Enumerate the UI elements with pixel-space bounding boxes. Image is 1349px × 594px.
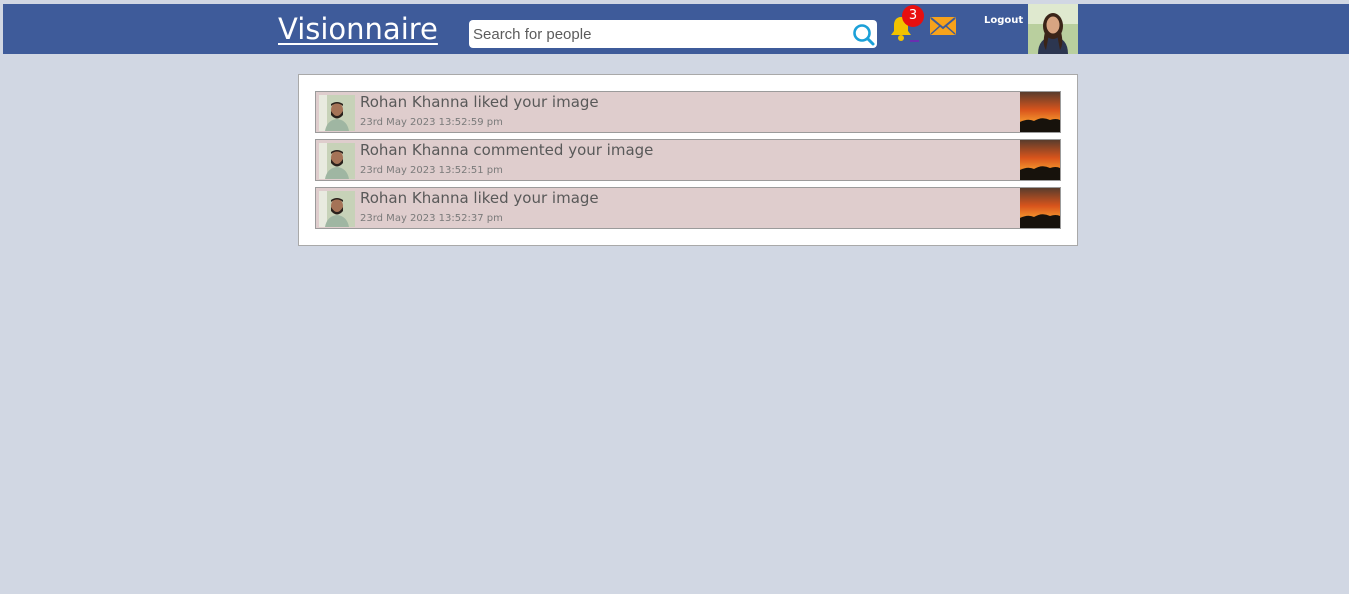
search-icon	[853, 24, 875, 46]
sender-avatar	[319, 143, 355, 179]
notification-text: Rohan Khanna commented your image	[360, 141, 654, 159]
image-thumbnail	[1020, 188, 1060, 228]
notification-time: 23rd May 2023 13:52:51 pm	[360, 165, 503, 176]
notification-item[interactable]: Rohan Khanna liked your image 23rd May 2…	[315, 91, 1061, 133]
search-button[interactable]	[851, 20, 877, 48]
notification-count-badge: 3	[902, 5, 924, 27]
notifications-panel: Rohan Khanna liked your image 23rd May 2…	[298, 74, 1078, 246]
notification-text: Rohan Khanna liked your image	[360, 189, 599, 207]
brand-logo-link[interactable]: Visionnaire	[278, 9, 438, 49]
active-indicator	[910, 40, 919, 42]
sunset-image-icon	[1020, 92, 1060, 132]
notification-time: 23rd May 2023 13:52:37 pm	[360, 213, 503, 224]
mail-icon	[930, 17, 956, 35]
notification-time: 23rd May 2023 13:52:59 pm	[360, 117, 503, 128]
sunset-image-icon	[1020, 140, 1060, 180]
person-photo-icon	[319, 191, 355, 227]
search-bar	[469, 20, 877, 48]
sender-avatar	[319, 191, 355, 227]
image-thumbnail	[1020, 140, 1060, 180]
logout-link[interactable]: Logout	[984, 15, 1023, 26]
image-thumbnail	[1020, 92, 1060, 132]
sunset-image-icon	[1020, 188, 1060, 228]
top-nav-bar: Visionnaire 3 Logout	[3, 4, 1349, 54]
messages-button[interactable]	[929, 15, 957, 37]
person-photo-icon	[319, 95, 355, 131]
notification-item[interactable]: Rohan Khanna liked your image 23rd May 2…	[315, 187, 1061, 229]
notification-item[interactable]: Rohan Khanna commented your image 23rd M…	[315, 139, 1061, 181]
sender-avatar	[319, 95, 355, 131]
user-avatar[interactable]	[1028, 4, 1078, 54]
search-input[interactable]	[469, 20, 849, 48]
person-photo-icon	[319, 143, 355, 179]
avatar-photo-icon	[1028, 4, 1078, 54]
notification-text: Rohan Khanna liked your image	[360, 93, 599, 111]
